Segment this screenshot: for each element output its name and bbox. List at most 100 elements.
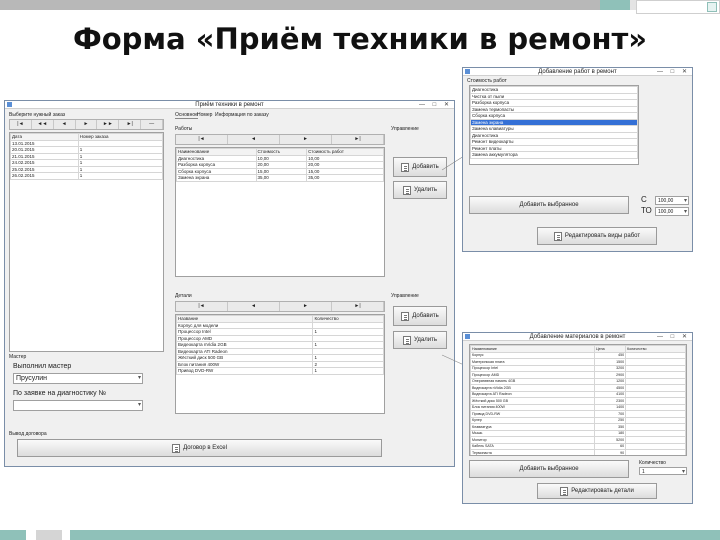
details-nav-prev[interactable]: ◄ bbox=[228, 302, 280, 311]
works-list-caption: Стоимость работ bbox=[467, 78, 507, 84]
edit-parts-label: Редактировать детали bbox=[571, 488, 634, 494]
main-window-titlebar: Приём техники в ремонт — □ ✕ bbox=[5, 101, 454, 109]
details-table[interactable]: Название Количество Корпус для модели Пр… bbox=[175, 314, 385, 414]
master-caption: Мастер bbox=[9, 354, 27, 360]
cell: 26.02.2015 bbox=[10, 172, 79, 180]
works-manage-caption: Управление bbox=[391, 126, 419, 132]
works-window-titlebar: Добавление работ в ремонт — □ ✕ bbox=[463, 68, 692, 76]
cell: 1 bbox=[312, 367, 384, 375]
nav-next[interactable]: ► bbox=[76, 120, 98, 129]
window-controls[interactable]: — □ ✕ bbox=[657, 68, 690, 76]
works-list[interactable]: Диагностика Чистка от пыли Разборка корпус… bbox=[469, 85, 639, 165]
nav-next-page[interactable]: ►► bbox=[97, 120, 120, 129]
contract-excel-button[interactable]: Договор в Excel bbox=[17, 439, 382, 457]
details-nav-last[interactable]: ►| bbox=[332, 302, 384, 311]
delete-work-button[interactable]: Удалить bbox=[393, 181, 447, 199]
details-navigator[interactable]: |◄ ◄ ► ►| bbox=[175, 301, 385, 312]
table-row[interactable]: Замена экрана 35,00 35,00 bbox=[176, 174, 384, 182]
nav-delete[interactable]: — bbox=[141, 120, 164, 129]
delete-work-label: Удалить bbox=[414, 187, 437, 193]
cell: Привод DVD-RW bbox=[176, 367, 314, 375]
details-nav-next[interactable]: ► bbox=[280, 302, 332, 311]
master-label: Выполнил мастер bbox=[13, 363, 72, 370]
edit-parts-button[interactable]: Редактировать детали bbox=[537, 483, 657, 499]
field2-label: ТО bbox=[641, 206, 652, 215]
corner-decor bbox=[636, 0, 720, 14]
nav-last[interactable]: ►| bbox=[119, 120, 142, 129]
field1-label: С bbox=[641, 195, 647, 204]
count-input[interactable]: 1 bbox=[639, 467, 687, 477]
works-window: Добавление работ в ремонт — □ ✕ Стоимост… bbox=[462, 67, 693, 252]
main-window-title: Приём техники в ремонт bbox=[195, 102, 264, 108]
details-nav-first[interactable]: |◄ bbox=[176, 302, 228, 311]
cell: 35,00 bbox=[255, 174, 308, 182]
parts-table[interactable]: Наименование Цена Количество Корпус 450 Матер… bbox=[469, 344, 687, 456]
works-caption: Работы bbox=[175, 126, 193, 132]
document-add-icon bbox=[401, 162, 410, 172]
cell: 1 bbox=[77, 172, 163, 180]
tab-main[interactable]: Основное bbox=[175, 112, 198, 119]
table-row[interactable]: 26.02.2015 1 bbox=[10, 172, 163, 180]
top-decor-bar bbox=[0, 0, 720, 10]
window-controls[interactable]: — □ ✕ bbox=[419, 101, 452, 109]
top-bar-teal bbox=[600, 0, 630, 10]
list-item[interactable]: Замена аккумулятора bbox=[470, 151, 638, 159]
works-nav-prev[interactable]: ◄ bbox=[228, 135, 280, 144]
parts-window-title: Добавление материалов в ремонт bbox=[529, 334, 626, 340]
edit-works-button[interactable]: Редактировать виды работ bbox=[537, 227, 657, 245]
orders-table[interactable]: Дата Номер заказа 13.01.2015 20.01.2015 1… bbox=[9, 132, 164, 352]
window-controls[interactable]: — □ ✕ bbox=[657, 333, 690, 341]
edit-works-label: Редактировать виды работ bbox=[564, 233, 641, 239]
tab-number[interactable]: Номер bbox=[197, 112, 212, 118]
add-work-label: Добавить bbox=[412, 164, 439, 170]
details-manage-caption: Управление bbox=[391, 293, 419, 299]
app-icon bbox=[465, 69, 470, 74]
bottom-decor-bar bbox=[0, 530, 720, 540]
edit-icon bbox=[560, 486, 569, 496]
works-window-title: Добавление работ в ремонт bbox=[538, 69, 617, 75]
app-icon bbox=[465, 334, 470, 339]
delete-detail-button[interactable]: Удалить bbox=[393, 331, 447, 349]
parts-window: Добавление материалов в ремонт — □ ✕ Наи… bbox=[462, 332, 693, 504]
details-caption: Детали bbox=[175, 293, 192, 299]
add-work-button[interactable]: Добавить bbox=[393, 157, 447, 177]
list-item-label: Замена аккумулятора bbox=[470, 151, 638, 159]
edit-icon bbox=[553, 231, 562, 241]
document-delete-icon bbox=[403, 335, 412, 345]
diag-select[interactable] bbox=[13, 400, 143, 411]
diag-label: По заявке на диагностику № bbox=[13, 390, 107, 397]
nav-prev-page[interactable]: ◄◄ bbox=[32, 120, 54, 129]
top-bar-gray bbox=[0, 0, 600, 10]
works-nav-last[interactable]: ►| bbox=[332, 135, 384, 144]
nav-prev[interactable]: ◄ bbox=[54, 120, 76, 129]
slide-title: Форма «Приём техники в ремонт» bbox=[72, 22, 648, 56]
works-table[interactable]: Наименование Стоимость Стоимость работ Д… bbox=[175, 147, 385, 277]
tab-order-info[interactable]: Информация по заказу bbox=[215, 112, 269, 118]
nav-first[interactable]: |◄ bbox=[10, 120, 32, 129]
document-add-icon bbox=[401, 311, 410, 321]
contract-caption: Вывод договора bbox=[9, 431, 47, 437]
document-delete-icon bbox=[403, 185, 412, 195]
add-selected-work-button[interactable]: Добавить выбранное bbox=[469, 196, 629, 214]
main-window: Приём техники в ремонт — □ ✕ Выберите ну… bbox=[4, 100, 455, 467]
add-selected-part-button[interactable]: Добавить выбранное bbox=[469, 460, 629, 478]
orders-caption: Выберите нужный заказ bbox=[9, 112, 66, 118]
orders-navigator[interactable]: |◄ ◄◄ ◄ ► ►► ►| — bbox=[9, 119, 164, 130]
master-select[interactable]: Прусулин bbox=[13, 373, 143, 384]
app-icon bbox=[7, 102, 12, 107]
table-row[interactable]: Привод DVD-RW 1 bbox=[176, 367, 384, 375]
works-nav-first[interactable]: |◄ bbox=[176, 135, 228, 144]
delete-detail-label: Удалить bbox=[414, 337, 437, 343]
add-detail-label: Добавить bbox=[412, 313, 439, 319]
works-nav-next[interactable]: ► bbox=[280, 135, 332, 144]
contract-excel-label: Договор в Excel bbox=[183, 445, 227, 451]
field1-input[interactable]: 100,00 bbox=[655, 196, 689, 206]
works-navigator[interactable]: |◄ ◄ ► ►| bbox=[175, 134, 385, 145]
add-detail-button[interactable]: Добавить bbox=[393, 306, 447, 326]
parts-window-titlebar: Добавление материалов в ремонт — □ ✕ bbox=[463, 333, 692, 341]
cell: Замена экрана bbox=[176, 174, 257, 182]
excel-icon bbox=[172, 443, 181, 453]
field2-input[interactable]: 100,00 bbox=[655, 207, 689, 217]
count-label: Количество bbox=[639, 460, 666, 466]
cell: 35,00 bbox=[306, 174, 384, 182]
